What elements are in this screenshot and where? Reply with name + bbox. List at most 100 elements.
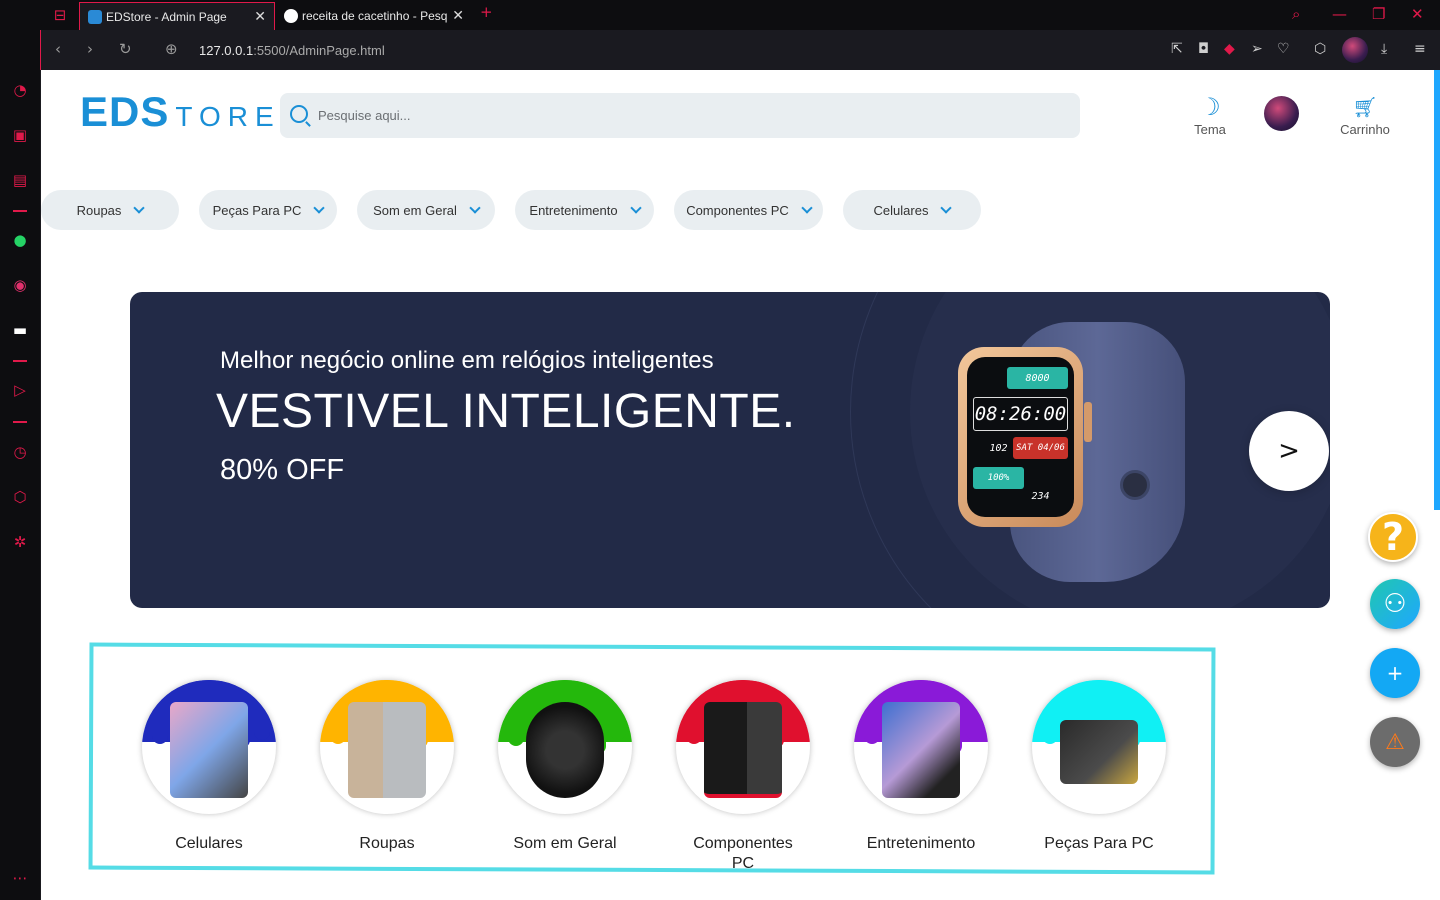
- clothes-picture: [348, 702, 426, 798]
- minimize-icon[interactable]: —: [1332, 5, 1347, 23]
- add-button[interactable]: +: [1370, 648, 1420, 698]
- bag-icon[interactable]: ▣: [10, 125, 30, 145]
- gpu-picture: [1060, 720, 1138, 784]
- instagram-icon[interactable]: ◉: [10, 275, 30, 295]
- store-logo[interactable]: EDS TORE: [80, 88, 281, 136]
- category-image: [676, 680, 810, 814]
- nav-label: Celulares: [873, 202, 929, 218]
- history-icon[interactable]: ◷: [10, 442, 30, 462]
- tab-search[interactable]: receita de cacetinho - Pesq ✕: [276, 2, 472, 30]
- nav-componentes[interactable]: Componentes PC: [674, 190, 823, 230]
- cube-icon[interactable]: ⬡: [1314, 41, 1326, 57]
- edstore-favicon-icon: [88, 9, 102, 24]
- menu-icon[interactable]: ≡: [1414, 41, 1426, 57]
- tab-admin-page[interactable]: EDStore - Admin Page ✕: [79, 2, 275, 30]
- download-icon[interactable]: ⤓: [1381, 41, 1387, 57]
- question-icon: ?: [1381, 515, 1405, 559]
- chevron-down-icon: [313, 202, 326, 214]
- address-bar: ‹ › ↻ ⊕ 127.0.0.1:5500/AdminPage.html ⇱ …: [40, 30, 1440, 70]
- browser-sidebar: ◯ ◔ ▣ ▤ ● ◉ ▬ ▷ ◷ ⬡ ✲ ⋯: [0, 0, 40, 900]
- category-label: Som em Geral: [513, 835, 617, 852]
- nav-label: Entretenimento: [529, 202, 618, 218]
- discord-icon[interactable]: ▬: [10, 320, 30, 340]
- close-tab-icon[interactable]: ✕: [254, 9, 266, 25]
- more-dots-icon[interactable]: ⋯: [10, 868, 30, 888]
- back-icon[interactable]: ‹: [55, 40, 61, 58]
- category-pecas-pc[interactable]: Peças Para PC: [1032, 680, 1166, 854]
- whatsapp-icon[interactable]: ●: [10, 230, 30, 250]
- smartwatch-crown: [1084, 402, 1092, 442]
- page-scrollbar[interactable]: [1434, 70, 1440, 510]
- category-label: Roupas: [359, 835, 415, 852]
- cart-icon: 🛒︎: [1352, 95, 1378, 119]
- search-input[interactable]: [318, 93, 1058, 138]
- search-icon[interactable]: [290, 105, 308, 123]
- category-label: Celulares: [175, 835, 243, 852]
- site-info-icon[interactable]: ⊕: [165, 40, 178, 58]
- search-bar: [280, 93, 1080, 138]
- forward-icon[interactable]: ›: [87, 40, 93, 58]
- category-label: Componentes PC: [693, 835, 793, 872]
- cart-button[interactable]: 🛒︎ Carrinho: [1335, 92, 1395, 137]
- alert-button[interactable]: ⚠: [1370, 717, 1420, 767]
- twitch-icon[interactable]: ▤: [10, 170, 30, 190]
- nav-label: Som em Geral: [373, 202, 457, 218]
- smartwatch-sensor: [1120, 470, 1150, 500]
- send-icon[interactable]: ➢: [1251, 41, 1263, 57]
- settings-gear-icon[interactable]: ✲: [10, 532, 30, 552]
- chevron-down-icon: [469, 202, 481, 214]
- extensions-icon[interactable]: ⬡: [10, 487, 30, 507]
- restore-icon[interactable]: ❐: [1372, 5, 1385, 23]
- category-roupas[interactable]: Roupas: [320, 680, 454, 854]
- chevron-down-icon: [940, 202, 953, 214]
- theme-label: Tema: [1194, 122, 1226, 137]
- moon-icon: ☽: [1199, 93, 1221, 121]
- profile-avatar-icon[interactable]: [1342, 37, 1368, 63]
- nav-pecas-pc[interactable]: Peças Para PC: [199, 190, 337, 230]
- logo-rest: TORE: [175, 101, 281, 132]
- category-image: [320, 680, 454, 814]
- tab-title: receita de cacetinho - Pesq: [302, 9, 448, 23]
- category-componentes[interactable]: Componentes PC: [676, 680, 810, 874]
- chevron-down-icon: [133, 202, 146, 214]
- category-image: [1032, 680, 1166, 814]
- nav-label: Peças Para PC: [212, 202, 302, 218]
- sidebar-divider: [13, 210, 27, 212]
- heart-icon[interactable]: ♡: [1277, 41, 1290, 57]
- user-avatar[interactable]: [1264, 96, 1299, 131]
- new-tab-icon[interactable]: +: [480, 3, 493, 21]
- cart-label: Carrinho: [1340, 122, 1390, 137]
- speed-dial-icon[interactable]: ◔: [10, 80, 30, 100]
- banner-next-button[interactable]: >: [1249, 411, 1329, 491]
- share-icon[interactable]: ⇱: [1171, 41, 1183, 57]
- url-field[interactable]: 127.0.0.1:5500/AdminPage.html: [199, 43, 385, 58]
- close-tab-icon[interactable]: ✕: [452, 8, 464, 24]
- adblock-icon[interactable]: ◆: [1224, 41, 1235, 57]
- phones-picture: [170, 702, 248, 798]
- tv-console-picture: [882, 702, 960, 798]
- nav-entretenimento[interactable]: Entretenimento: [515, 190, 654, 230]
- sidebar-divider: [13, 360, 27, 362]
- url-path: :5500/AdminPage.html: [253, 43, 385, 58]
- smartwatch-screen: 8000 08:26:00 102 SAT 04/06 100% 234: [967, 357, 1074, 517]
- nav-celulares[interactable]: Celulares: [843, 190, 981, 230]
- player-icon[interactable]: ▷: [10, 380, 30, 400]
- category-celulares[interactable]: Celulares: [142, 680, 276, 854]
- snapshot-icon[interactable]: ◘: [1198, 41, 1209, 57]
- tab-bar: ⊟ EDStore - Admin Page ✕ receita de cace…: [0, 0, 1440, 30]
- category-som[interactable]: Som em Geral: [498, 680, 632, 854]
- category-entretenimento[interactable]: Entretenimento: [854, 680, 988, 854]
- gx-corner-icon[interactable]: ⊟: [50, 5, 70, 25]
- close-window-icon[interactable]: ✕: [1411, 5, 1424, 23]
- watch-date: SAT 04/06: [1013, 437, 1068, 459]
- theme-button[interactable]: ☽ Tema: [1191, 92, 1229, 137]
- reload-icon[interactable]: ↻: [119, 40, 132, 58]
- nav-roupas[interactable]: Roupas: [41, 190, 179, 230]
- web-page: EDS TORE ☽ Tema 🛒︎ Carrinho Roupas Peças…: [41, 70, 1440, 900]
- tab-title: EDStore - Admin Page: [106, 9, 227, 24]
- add-user-button[interactable]: ⚇: [1370, 579, 1420, 629]
- nav-som[interactable]: Som em Geral: [357, 190, 495, 230]
- search-tabs-icon[interactable]: ⌕: [1292, 5, 1300, 23]
- help-button[interactable]: ?: [1368, 512, 1418, 562]
- chevron-down-icon: [801, 202, 813, 214]
